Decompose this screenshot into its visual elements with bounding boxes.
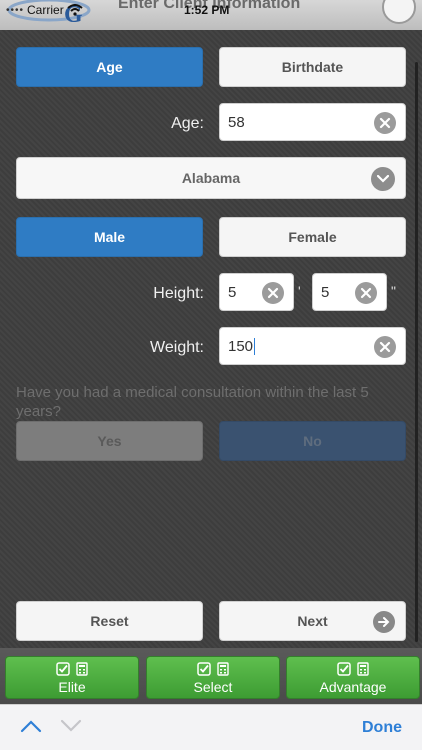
height-feet-clear-icon[interactable] [262, 282, 284, 304]
height-inches-value: 5 [321, 283, 330, 301]
state-select[interactable]: Alabama [16, 157, 406, 199]
height-inches-input[interactable]: 5 [312, 273, 387, 311]
checkbox-icon [56, 661, 70, 676]
tab-select[interactable]: Select [146, 656, 280, 699]
height-label: Height: [153, 285, 204, 302]
male-button[interactable]: Male [16, 217, 203, 257]
status-time: 1:52 PM [184, 3, 230, 17]
calculator-icon [357, 661, 369, 676]
age-label: Age: [171, 115, 204, 132]
consultation-no-button[interactable]: No [219, 421, 406, 461]
app-header: G •••• Carrier Enter Client Information … [0, 0, 422, 30]
age-value: 58 [228, 113, 245, 131]
birthdate-mode-button[interactable]: Birthdate [219, 47, 406, 87]
tab-advantage-label: Advantage [319, 678, 387, 695]
calculator-icon [76, 661, 88, 676]
signal-dots-icon: •••• [6, 4, 25, 16]
next-label: Next [297, 613, 328, 629]
age-mode-button[interactable]: Age [16, 47, 203, 87]
consultation-yes-button[interactable]: Yes [16, 421, 203, 461]
calculator-icon [217, 661, 229, 676]
weight-input[interactable]: 150 [219, 327, 406, 365]
checkbox-icon [197, 661, 211, 676]
tab-select-label: Select [193, 678, 233, 695]
done-button[interactable]: Done [362, 719, 402, 737]
state-value: Alabama [181, 170, 241, 186]
age-input[interactable]: 58 [219, 103, 406, 141]
consultation-question: Have you had a medical consultation with… [16, 384, 369, 420]
tab-elite[interactable]: Elite [5, 656, 139, 699]
inches-unit: " [391, 283, 396, 299]
height-feet-value: 5 [228, 283, 237, 301]
tab-advantage[interactable]: Advantage [286, 656, 420, 699]
chevron-down-icon[interactable] [60, 719, 82, 733]
carrier-name: Carrier [27, 3, 64, 17]
product-tab-bar: Elite Select Advantage [0, 648, 422, 704]
wifi-icon [67, 4, 83, 16]
checkbox-icon [337, 661, 351, 676]
age-clear-icon[interactable] [374, 112, 396, 134]
chevron-up-icon[interactable] [20, 719, 42, 733]
reset-button[interactable]: Reset [16, 601, 203, 641]
height-inches-clear-icon[interactable] [355, 282, 377, 304]
tab-elite-label: Elite [58, 678, 86, 695]
chevron-down-icon [371, 167, 395, 191]
keyboard-toolbar: Done [0, 704, 422, 750]
feet-unit: ' [298, 283, 301, 299]
weight-clear-icon[interactable] [374, 336, 396, 358]
next-button[interactable]: Next [219, 601, 406, 641]
header-menu-button[interactable] [382, 0, 416, 24]
height-feet-input[interactable]: 5 [219, 273, 294, 311]
screen: G •••• Carrier Enter Client Information … [0, 0, 422, 750]
weight-label: Weight: [150, 339, 204, 356]
arrow-right-icon [373, 611, 395, 633]
text-cursor [254, 337, 256, 355]
scrollbar[interactable] [415, 62, 418, 642]
weight-value: 150 [228, 337, 254, 355]
status-carrier: •••• Carrier [6, 3, 83, 17]
female-button[interactable]: Female [219, 217, 406, 257]
